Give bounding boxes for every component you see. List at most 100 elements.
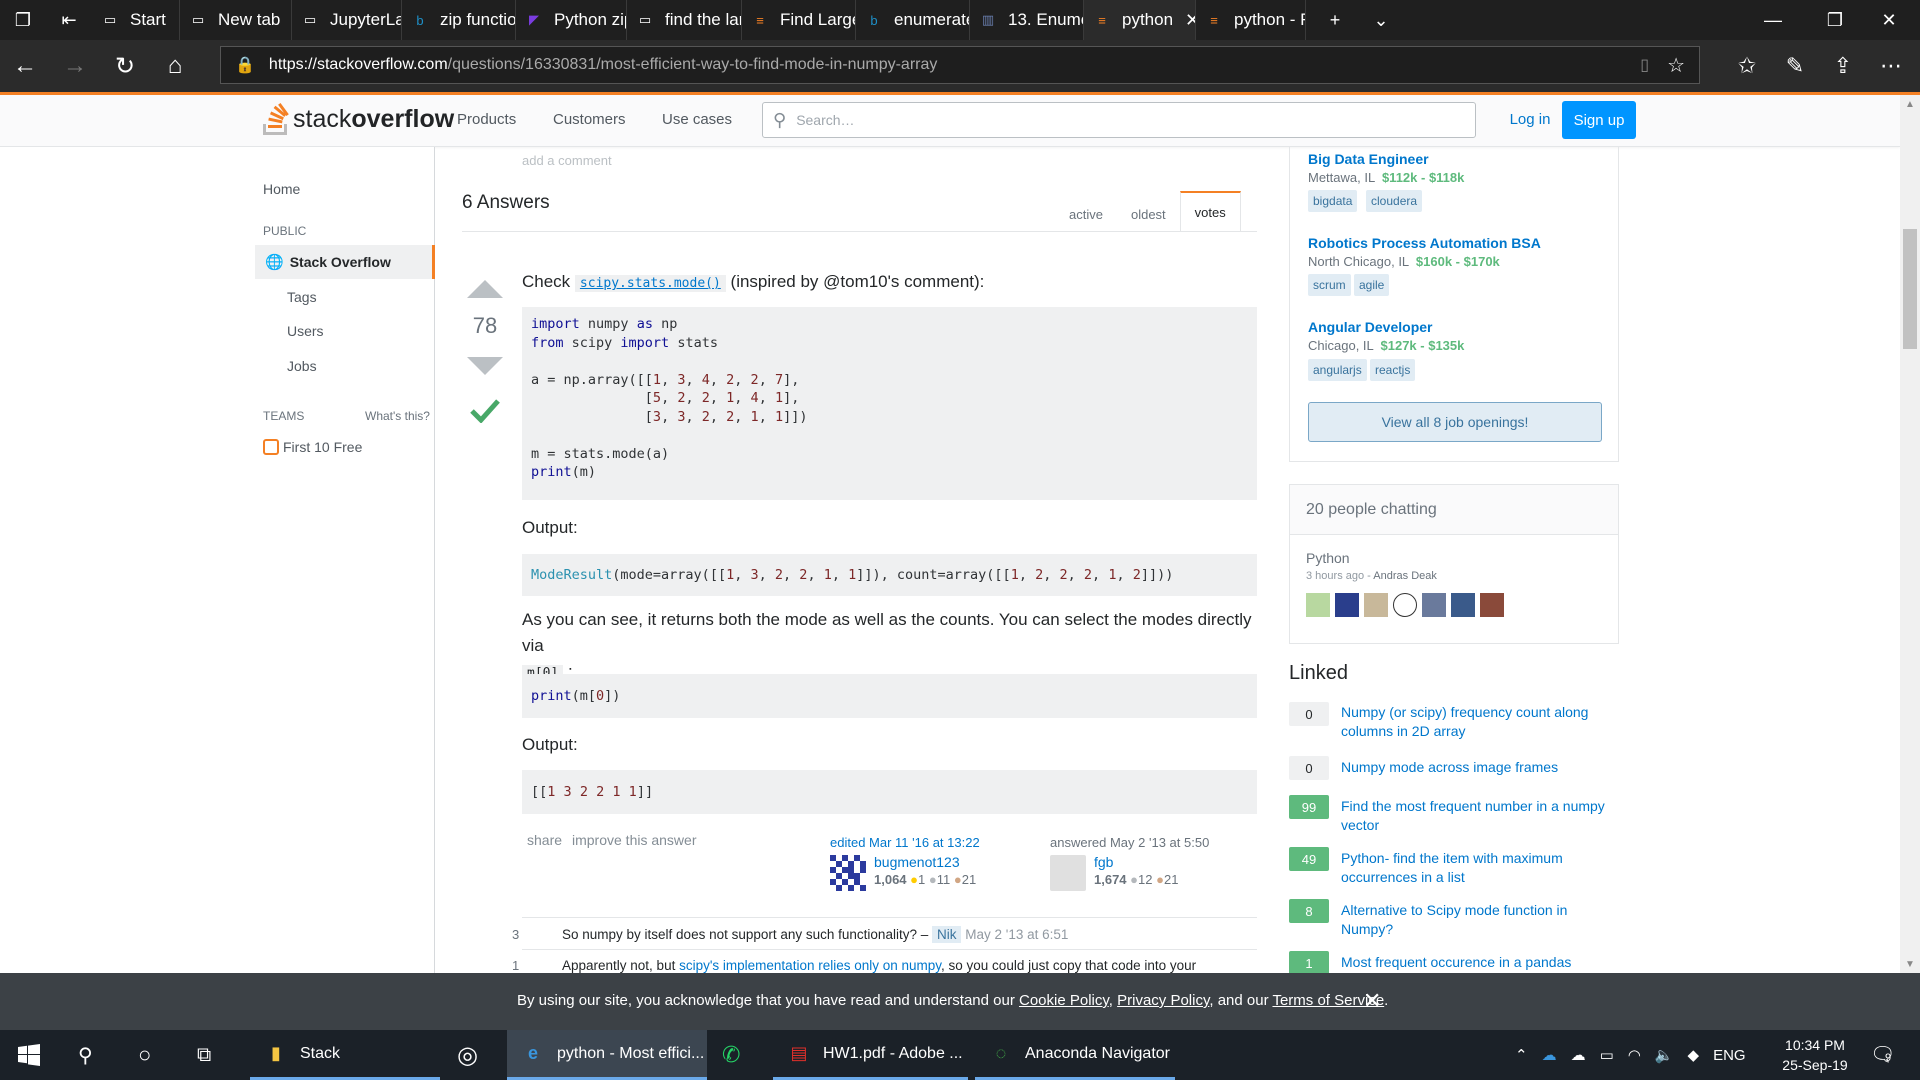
chat-avatar[interactable]	[1393, 593, 1417, 617]
whats-this-link[interactable]: What's this?	[365, 409, 430, 423]
sidebar-item-home[interactable]: Home	[263, 181, 300, 197]
job-tag[interactable]: angularjs	[1308, 359, 1367, 381]
job-tag[interactable]: bigdata	[1308, 190, 1358, 212]
taskbar-app-anaconda[interactable]: ◌ Anaconda Navigator	[975, 1030, 1175, 1080]
chat-avatar[interactable]	[1422, 593, 1446, 617]
search-icon[interactable]: ⚲	[78, 1030, 93, 1080]
upvote-arrow-icon[interactable]	[467, 280, 503, 298]
job-tag[interactable]: reactjs	[1370, 359, 1416, 381]
page-scrollbar[interactable]: ▲ ▼	[1900, 95, 1920, 973]
dropbox-icon[interactable]: ◆	[1688, 1046, 1700, 1064]
chat-avatar[interactable]	[1335, 593, 1359, 617]
comment-date[interactable]: May 2 '13 at 6:51	[965, 927, 1068, 942]
windows-start-icon[interactable]	[18, 1030, 48, 1080]
author-avatar[interactable]	[1050, 855, 1086, 891]
browser-tab[interactable]: ≡ python - Fin	[1196, 0, 1306, 40]
improve-answer-link[interactable]: improve this answer	[572, 832, 697, 848]
chat-header[interactable]: 20 people chatting	[1290, 485, 1618, 535]
reading-view-icon[interactable]: ▯	[1640, 55, 1649, 75]
job-title-link[interactable]: Robotics Process Automation BSA	[1308, 235, 1541, 251]
chat-user[interactable]: Andras Deak	[1373, 570, 1437, 582]
tab-votes[interactable]: votes	[1179, 191, 1241, 232]
chat-room-name[interactable]: Python	[1306, 550, 1350, 566]
nav-use-cases[interactable]: Use cases	[662, 111, 732, 128]
so-logo[interactable]: stack overflow	[262, 103, 454, 135]
share-icon[interactable]: ⇪	[1818, 40, 1868, 92]
login-button[interactable]: Log in	[1496, 101, 1564, 137]
job-title-link[interactable]: Big Data Engineer	[1308, 151, 1429, 167]
author-username[interactable]: fgb	[1094, 854, 1113, 870]
whatsapp-icon[interactable]: ✆	[722, 1030, 740, 1080]
language-indicator[interactable]: ENG	[1713, 1047, 1746, 1064]
job-tag[interactable]: scrum	[1308, 274, 1351, 296]
action-center-icon[interactable]: 🗨 9	[1870, 1042, 1895, 1067]
browser-tab[interactable]: ▭ find the larg	[627, 0, 742, 40]
sidebar-item-users[interactable]: Users	[287, 323, 324, 339]
linked-question-link[interactable]: Python- find the item with maximum occur…	[1341, 849, 1611, 887]
browser-tab[interactable]: b zip function	[402, 0, 516, 40]
volume-icon[interactable]: 🔈	[1655, 1046, 1674, 1064]
scipy-mode-link[interactable]: scipy.stats.mode()	[574, 275, 726, 292]
clock[interactable]: 10:34 PM 25-Sep-19	[1770, 1035, 1860, 1075]
notes-pen-icon[interactable]: ✎	[1770, 40, 1820, 92]
browser-tab[interactable]: ◤ Python zip()	[516, 0, 627, 40]
linked-question-link[interactable]: Numpy mode across image frames	[1341, 758, 1611, 777]
forward-button[interactable]: →	[50, 40, 100, 92]
favorites-icon[interactable]: ✩	[1722, 40, 1772, 92]
task-view-icon[interactable]: ⧉	[197, 1030, 211, 1080]
taskbar-app-explorer[interactable]: ▮ Stack	[250, 1030, 440, 1080]
edited-date-link[interactable]: edited Mar 11 '16 at 13:22	[830, 835, 980, 850]
close-tab-icon[interactable]: ✕	[1173, 10, 1195, 31]
tab-active[interactable]: active	[1055, 197, 1117, 232]
back-button[interactable]: ←	[0, 40, 50, 92]
sidebar-item-jobs[interactable]: Jobs	[287, 358, 317, 374]
comment-user[interactable]: Nik	[931, 926, 962, 943]
editor-avatar[interactable]	[830, 855, 866, 891]
downvote-arrow-icon[interactable]	[467, 357, 503, 375]
onedrive-icon[interactable]: ☁	[1542, 1046, 1557, 1064]
restore-button[interactable]: ❐	[1804, 0, 1866, 40]
linked-question-link[interactable]: Find the most frequent number in a numpy…	[1341, 797, 1611, 835]
browser-tab[interactable]: ▥ 13. Enumera	[970, 0, 1084, 40]
wifi-icon[interactable]: ◠	[1628, 1046, 1641, 1064]
url-field[interactable]: 🔒 https://stackoverflow.com/questions/16…	[220, 46, 1700, 84]
chat-avatar[interactable]	[1451, 593, 1475, 617]
favorite-star-icon[interactable]: ☆	[1667, 53, 1685, 78]
chat-avatar[interactable]	[1364, 593, 1388, 617]
browser-tab[interactable]: ▭ JupyterLab	[292, 0, 402, 40]
chat-avatar[interactable]	[1306, 593, 1330, 617]
sidebar-item-teams-free[interactable]: First 10 Free	[263, 439, 362, 455]
sidebar-item-tags[interactable]: Tags	[287, 289, 317, 305]
cloud-icon[interactable]: ☁	[1571, 1046, 1586, 1064]
browser-tab[interactable]: ≡ python✕	[1084, 0, 1196, 40]
linked-question-link[interactable]: Most frequent occurence in a pandas	[1341, 953, 1611, 972]
scroll-down-arrow-icon[interactable]: ▼	[1900, 955, 1920, 973]
browser-tab[interactable]: ▭ Start	[92, 0, 180, 40]
close-window-button[interactable]: ✕	[1858, 0, 1920, 40]
battery-icon[interactable]: ▭	[1600, 1046, 1614, 1064]
cortana-icon[interactable]: ○	[138, 1030, 151, 1080]
view-all-jobs-button[interactable]: View all 8 job openings!	[1308, 402, 1602, 442]
editor-username[interactable]: bugmenot123	[874, 854, 960, 870]
tab-oldest[interactable]: oldest	[1117, 197, 1180, 232]
camera-app-icon[interactable]: ◎	[457, 1030, 478, 1080]
add-comment-link[interactable]: add a comment	[522, 153, 612, 168]
job-tag[interactable]: agile	[1354, 274, 1390, 296]
comment-link[interactable]: scipy's implementation relies only on nu…	[679, 958, 941, 973]
linked-question-link[interactable]: Numpy (or scipy) frequency count along c…	[1341, 703, 1611, 741]
home-button[interactable]: ⌂	[150, 40, 200, 92]
tab-preview-icon[interactable]: ⌄	[1358, 0, 1404, 40]
taskbar-app-acrobat[interactable]: ▤ HW1.pdf - Adobe ...	[773, 1030, 968, 1080]
set-tabs-aside-icon[interactable]: ⇤	[46, 0, 92, 40]
chevron-up-icon[interactable]: ⌃	[1515, 1046, 1528, 1064]
share-link[interactable]: share	[527, 832, 562, 848]
chat-avatar[interactable]	[1480, 593, 1504, 617]
browser-tab[interactable]: b enumerate p	[856, 0, 970, 40]
refresh-button[interactable]: ↻	[100, 40, 150, 92]
sidebar-item-stack-overflow[interactable]: 🌐 Stack Overflow	[255, 245, 435, 279]
browser-tab[interactable]: ▭ New tab	[180, 0, 292, 40]
signup-button[interactable]: Sign up	[1562, 101, 1636, 139]
close-icon[interactable]: ✕	[1363, 988, 1381, 1014]
privacy-policy-link[interactable]: Privacy Policy	[1117, 992, 1209, 1009]
browser-tab[interactable]: ≡ Find Largest	[742, 0, 856, 40]
